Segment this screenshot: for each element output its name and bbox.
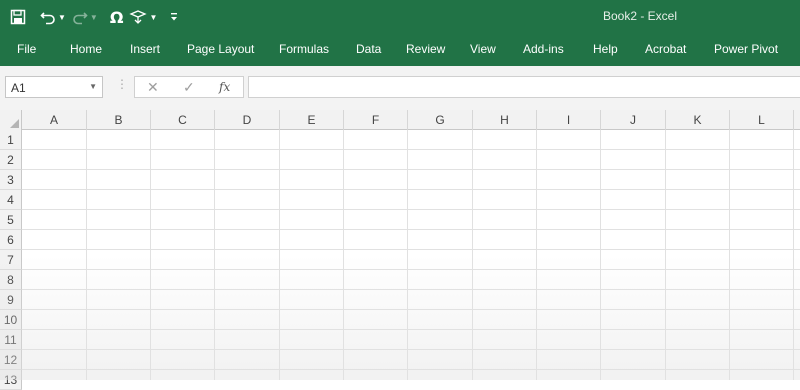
column-gridline: [600, 130, 601, 380]
tab-file[interactable]: File: [17, 42, 36, 56]
row-header[interactable]: 1: [0, 130, 22, 150]
insert-symbol-button[interactable]: Ω: [110, 5, 124, 29]
column-header[interactable]: F: [344, 110, 408, 130]
column-gridline: [343, 130, 344, 380]
undo-dropdown-icon[interactable]: ▼: [58, 13, 66, 22]
row-gridline: [22, 269, 800, 270]
column-header[interactable]: A: [22, 110, 87, 130]
insert-function-icon[interactable]: fx: [219, 80, 230, 94]
row-header[interactable]: 5: [0, 210, 22, 230]
customize-qat-button[interactable]: [169, 5, 179, 29]
quick-access-toolbar: ▼ ▼ Ω ▼: [10, 5, 185, 29]
column-header[interactable]: B: [87, 110, 151, 130]
row-header[interactable]: 3: [0, 170, 22, 190]
formula-bar-resize-handle[interactable]: ⋮: [116, 77, 128, 91]
row-header[interactable]: 4: [0, 190, 22, 210]
formula-input[interactable]: [248, 76, 800, 98]
row-header[interactable]: 8: [0, 270, 22, 290]
row-gridline: [22, 149, 800, 150]
tab-acrobat[interactable]: Acrobat: [645, 42, 686, 56]
column-header[interactable]: E: [280, 110, 344, 130]
formula-buttons: ✕ ✓ fx: [134, 76, 244, 98]
redo-icon: [73, 12, 88, 25]
column-header[interactable]: J: [601, 110, 666, 130]
undo-icon: [40, 12, 55, 25]
column-gridline: [665, 130, 666, 380]
row-header[interactable]: 13: [0, 370, 22, 390]
screen-vignette: [0, 255, 800, 380]
tab-data[interactable]: Data: [356, 42, 381, 56]
column-header[interactable]: I: [537, 110, 601, 130]
column-gridline: [86, 130, 87, 380]
active-cell-a1[interactable]: [22, 130, 87, 150]
column-gridline: [472, 130, 473, 380]
column-header[interactable]: G: [408, 110, 473, 130]
row-header[interactable]: 2: [0, 150, 22, 170]
cancel-icon[interactable]: ✕: [147, 79, 159, 96]
enter-icon[interactable]: ✓: [183, 79, 195, 96]
column-gridline: [407, 130, 408, 380]
row-header[interactable]: 12: [0, 350, 22, 370]
column-gridline: [729, 130, 730, 380]
column-gridline: [793, 130, 794, 380]
column-header[interactable]: L: [730, 110, 794, 130]
name-box[interactable]: A1 ▼: [5, 76, 103, 98]
ribbon-tab-bar: File Home Insert Page Layout Formulas Da…: [0, 34, 800, 66]
column-header[interactable]: K: [666, 110, 730, 130]
row-gridline: [22, 189, 800, 190]
row-gridline: [22, 329, 800, 330]
tab-home[interactable]: Home: [70, 42, 102, 56]
save-button[interactable]: [10, 5, 26, 29]
row-gridline: [22, 349, 800, 350]
row-header[interactable]: 11: [0, 330, 22, 350]
save-icon: [10, 9, 26, 25]
touch-mode-dropdown-icon[interactable]: ▼: [149, 13, 157, 22]
row-header[interactable]: 6: [0, 230, 22, 250]
row-header[interactable]: 9: [0, 290, 22, 310]
tab-formulas[interactable]: Formulas: [279, 42, 329, 56]
column-header[interactable]: D: [215, 110, 280, 130]
row-gridline: [22, 249, 800, 250]
column-gridline: [214, 130, 215, 380]
row-header[interactable]: 7: [0, 250, 22, 270]
worksheet-grid[interactable]: A B C D E F G H I J K L 1 2 3 4 5 6 7 8 …: [0, 110, 800, 390]
tab-page-layout[interactable]: Page Layout: [187, 42, 254, 56]
touch-mode-button[interactable]: ▼: [129, 5, 157, 29]
tab-insert[interactable]: Insert: [130, 42, 160, 56]
window-title: Book2 - Excel: [602, 9, 678, 23]
row-gridline: [22, 289, 800, 290]
title-bar: ▼ ▼ Ω ▼ Book2 - Excel: [0, 0, 800, 34]
redo-button[interactable]: ▼: [72, 5, 98, 29]
touch-mode-icon: [129, 10, 148, 24]
tab-help[interactable]: Help: [593, 42, 618, 56]
undo-button[interactable]: ▼: [40, 5, 66, 29]
column-gridline: [150, 130, 151, 380]
column-gridline: [279, 130, 280, 380]
column-header[interactable]: H: [473, 110, 537, 130]
row-gridline: [22, 369, 800, 370]
tab-review[interactable]: Review: [406, 42, 445, 56]
customize-qat-icon: [171, 13, 178, 21]
row-gridline: [22, 169, 800, 170]
formula-bar-row: A1 ▼ ⋮ ✕ ✓ fx: [0, 66, 800, 111]
row-gridline: [22, 309, 800, 310]
column-header[interactable]: C: [151, 110, 215, 130]
column-gridline: [536, 130, 537, 380]
row-header[interactable]: 10: [0, 310, 22, 330]
name-box-value: A1: [11, 81, 26, 95]
row-gridline: [22, 229, 800, 230]
tab-power-pivot[interactable]: Power Pivot: [714, 42, 778, 56]
tab-add-ins[interactable]: Add-ins: [523, 42, 564, 56]
row-gridline: [22, 209, 800, 210]
name-box-dropdown-icon[interactable]: ▼: [89, 82, 97, 91]
select-all-triangle-icon: [10, 119, 19, 128]
redo-dropdown-icon[interactable]: ▼: [90, 13, 98, 22]
select-all-button[interactable]: [0, 110, 22, 130]
tab-view[interactable]: View: [470, 42, 496, 56]
omega-symbol-icon: Ω: [109, 7, 124, 27]
